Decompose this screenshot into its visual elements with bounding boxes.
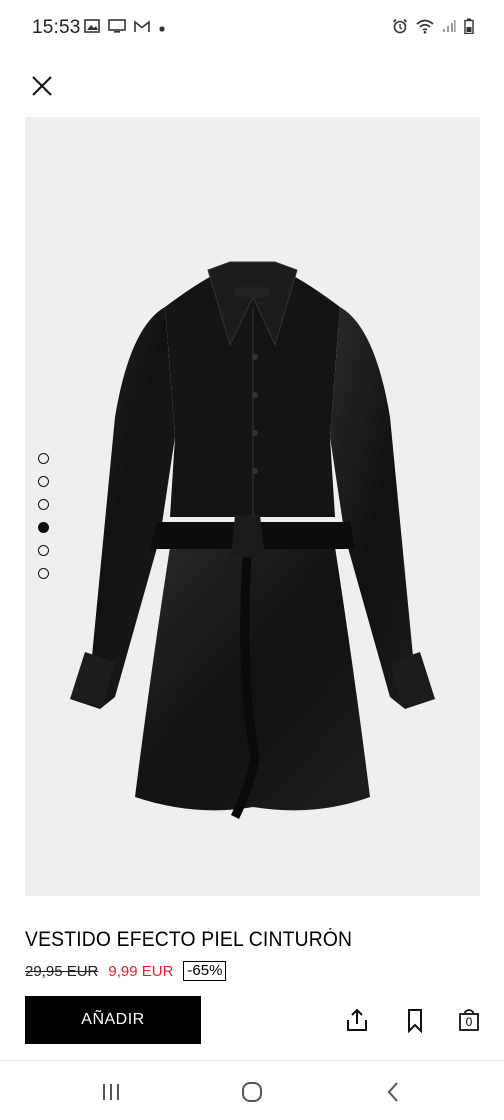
system-icons [392,18,474,39]
recent-apps-button[interactable] [96,1077,126,1107]
dress-illustration [70,261,435,820]
gmail-icon [134,19,150,38]
back-button[interactable] [378,1077,408,1107]
bookmark-icon [408,1009,422,1033]
image-pager [38,453,49,579]
battery-icon [464,18,474,39]
home-button[interactable] [237,1077,267,1107]
price-row: 29,95 EUR 9,99 EUR -65% [25,961,227,981]
old-price: 29,95 EUR [25,962,99,980]
cast-icon [108,19,126,38]
product-detail-screen: 15:53 VESTIDO EFECTO PIEL CINTURÓN 29,95… [0,0,504,1120]
save-button[interactable] [401,1006,429,1034]
system-navbar [0,1061,504,1120]
dot-icon [158,20,166,38]
share-button[interactable] [343,1006,371,1034]
signal-icon [442,19,456,38]
add-to-cart-button[interactable]: AÑADIR [25,996,201,1044]
status-bar: 15:53 [0,0,504,56]
close-icon [32,76,52,96]
image-icon [84,19,100,38]
close-button[interactable] [28,72,56,100]
status-time: 15:53 [32,17,81,38]
share-icon [347,1008,367,1031]
sale-price: 9,99 EUR [108,962,174,980]
shopping-bag-button[interactable]: 0 [455,1006,483,1034]
pager-dot[interactable] [38,453,49,464]
recent-apps-icon [103,1084,119,1100]
notification-icons [84,19,166,38]
pager-dot[interactable] [38,499,49,510]
pager-dot[interactable] [38,476,49,487]
wifi-icon [416,19,434,39]
product-image[interactable] [25,117,480,896]
pager-dot[interactable] [38,545,49,556]
discount-badge: -65% [183,961,227,981]
back-icon [387,1082,398,1102]
product-title: VESTIDO EFECTO PIEL CINTURÓN [25,928,353,951]
pager-dot-active[interactable] [38,522,49,533]
bag-count: 0 [465,1014,473,1029]
pager-dot[interactable] [38,568,49,579]
home-icon [242,1082,262,1102]
alarm-icon [392,18,408,39]
